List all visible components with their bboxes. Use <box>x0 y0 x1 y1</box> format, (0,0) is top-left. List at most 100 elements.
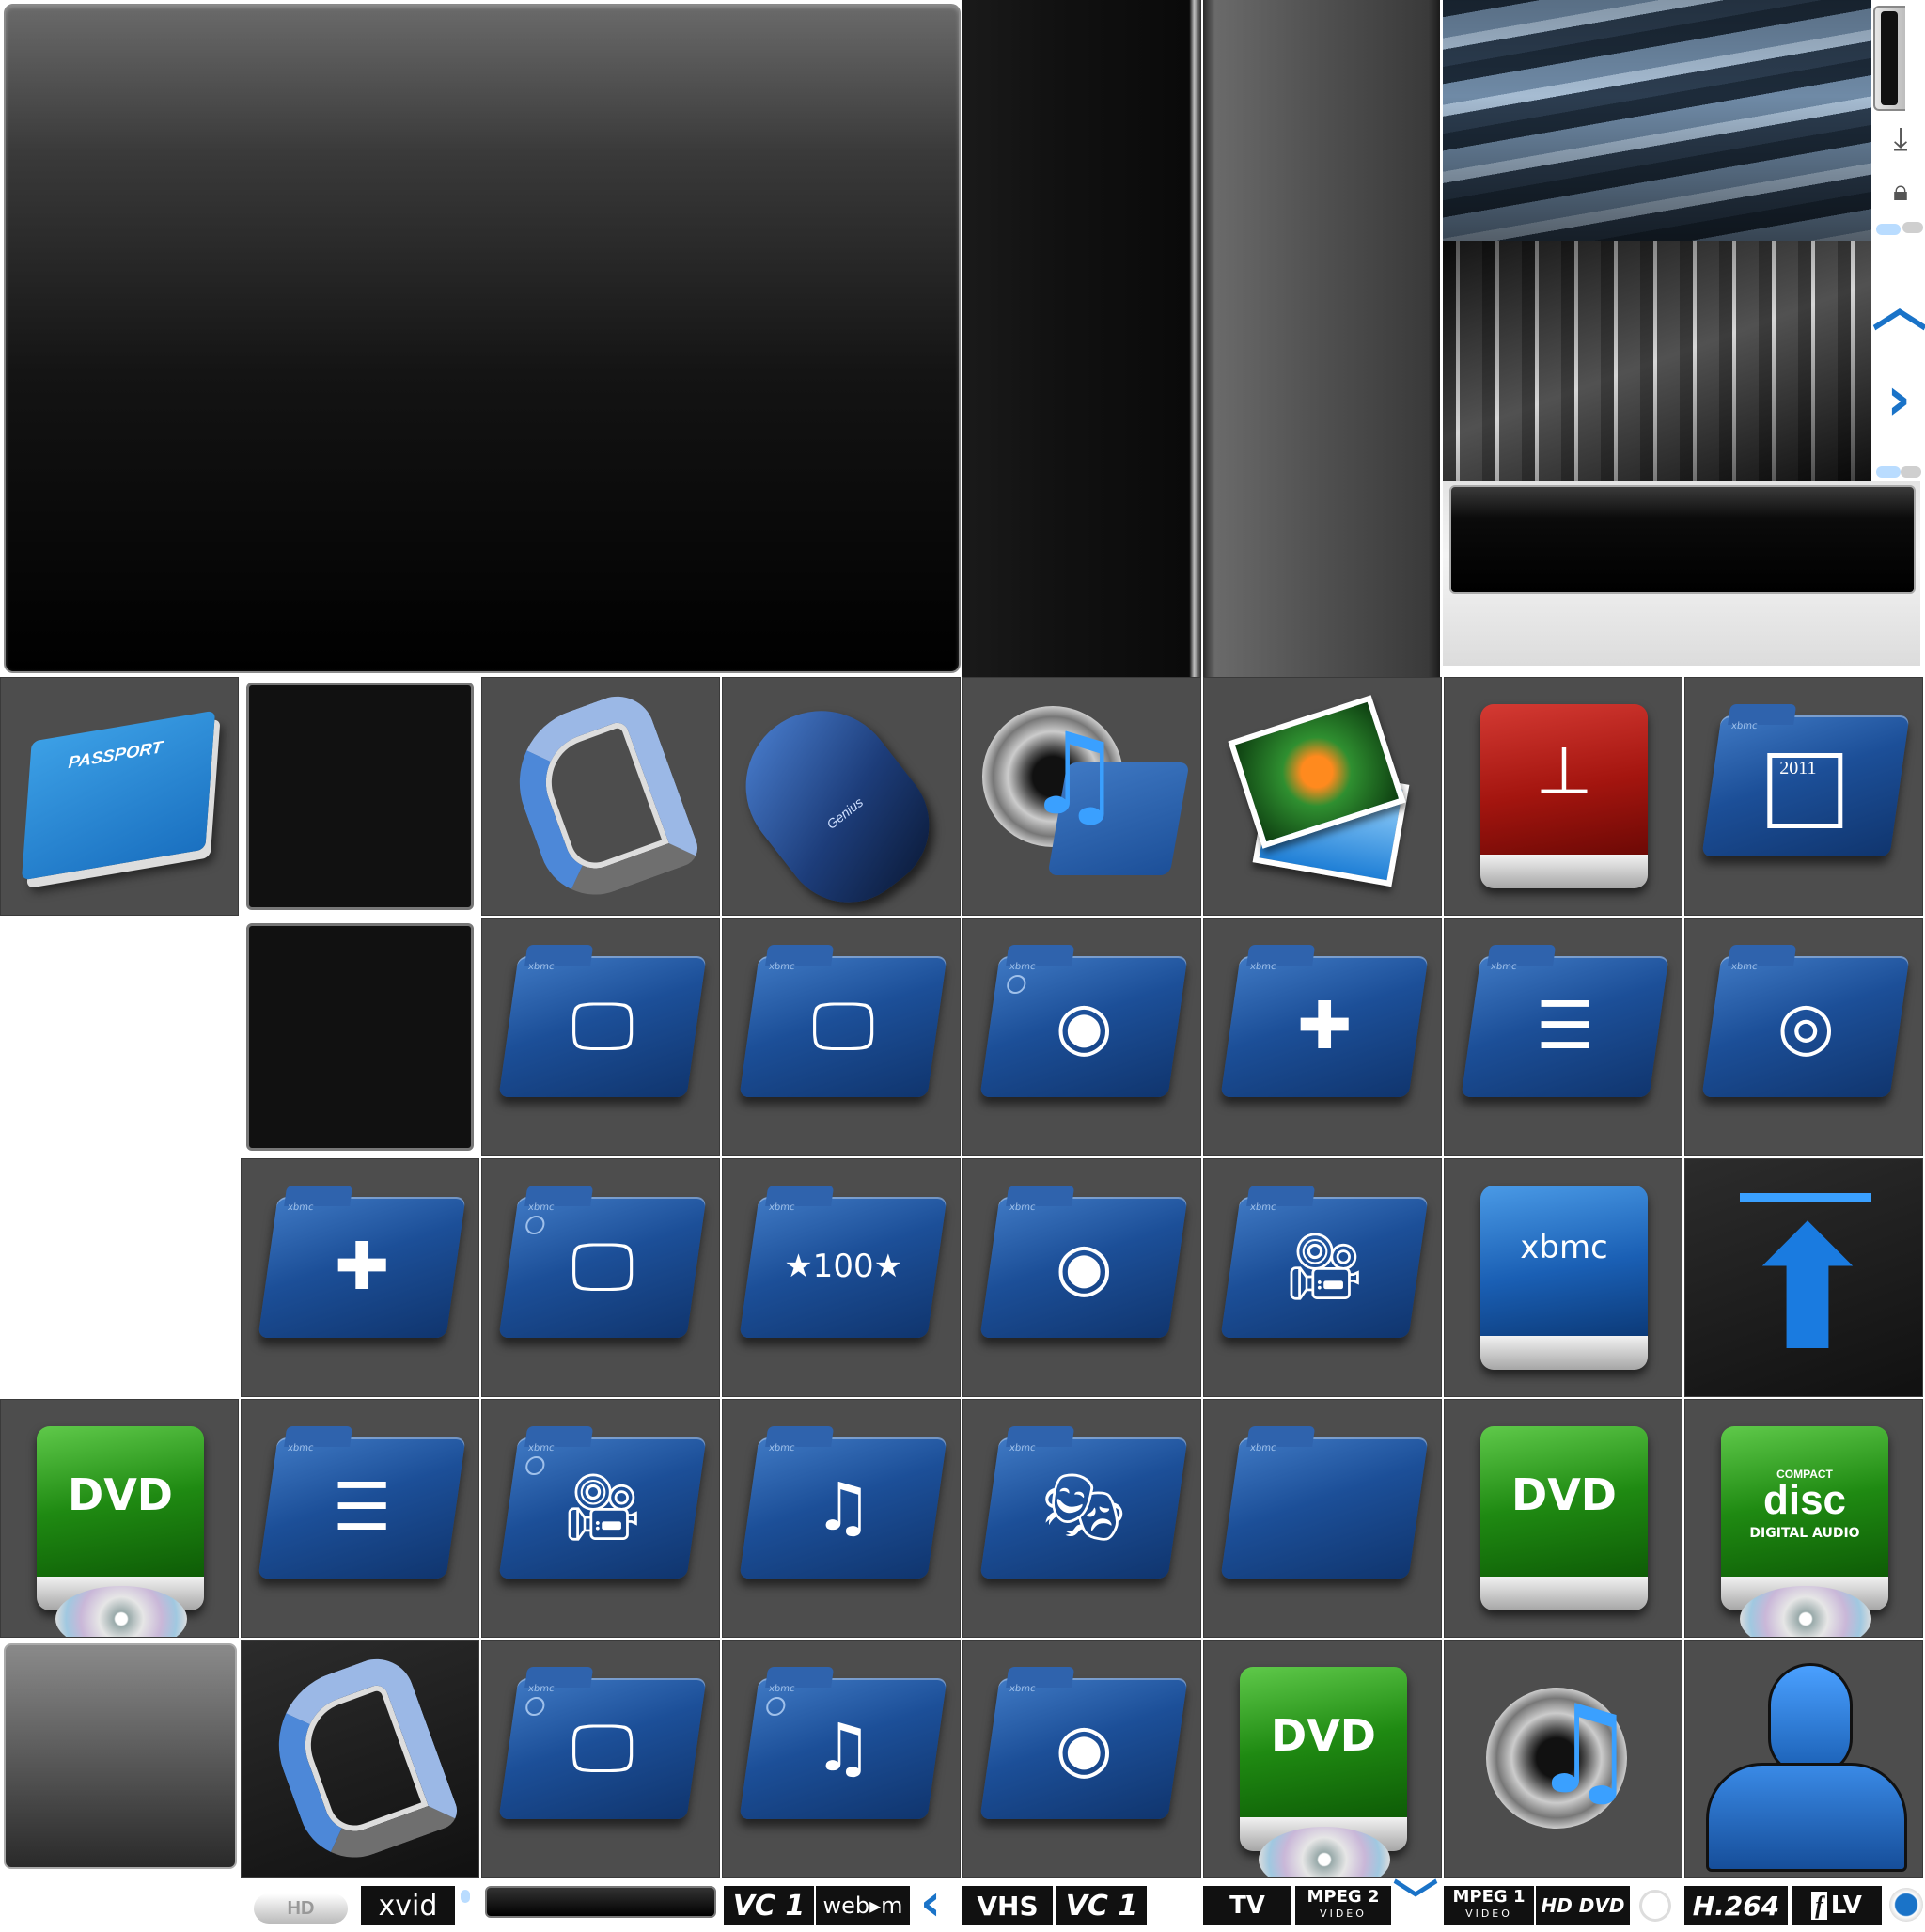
monitor-icon: 🖵︎ <box>571 1709 634 1786</box>
dvd-drive-tile[interactable]: DVD <box>0 1399 239 1638</box>
pictures-tile[interactable] <box>1203 677 1442 916</box>
flash-icon: f <box>1811 1892 1827 1920</box>
cd-drive-tile[interactable]: COMPACT disc DIGITAL AUDIO <box>1684 1399 1923 1638</box>
chevron-up-icon[interactable]: ︿ <box>1872 278 1925 335</box>
video-folder-tile[interactable]: xbmc 🎥︎ <box>1203 1158 1442 1397</box>
movies-folder-tile[interactable]: xbmc ◉ <box>962 1158 1201 1397</box>
disc-stack-icon: ◎ <box>1776 987 1835 1064</box>
movie-sets-folder-tile[interactable]: xbmc ◎ <box>1684 918 1923 1156</box>
tv-folder-tile[interactable]: xbmc 🖵︎ <box>481 918 720 1156</box>
music-folder-tile[interactable]: xbmc ♫ <box>722 1399 961 1638</box>
passport-icon: PASSPORT <box>21 710 216 881</box>
addons-folder-tile[interactable]: xbmc ✚ <box>1203 918 1442 1156</box>
h264-flag: H.264 <box>1684 1886 1788 1925</box>
folder-icon: xbmc 2011 <box>1701 715 1910 856</box>
empty-space <box>0 918 239 1156</box>
playlist-folder-tile[interactable]: xbmc ☰ <box>1444 918 1682 1156</box>
vc1-flag-2: VC 1 <box>1056 1886 1147 1925</box>
folder-icon: xbmc ◉ <box>979 956 1188 1097</box>
xvid-flag: xvid <box>361 1886 455 1925</box>
xbmc-drive-tile[interactable]: xbmc <box>1444 1158 1682 1397</box>
movie-camera-icon: 🎥︎ <box>560 1469 645 1546</box>
empty-space-2 <box>0 1158 239 1397</box>
audio-mixer-image <box>1443 241 1871 481</box>
folder-icon: xbmc 🖵︎ <box>498 1197 707 1338</box>
dvd-drive-tile-3[interactable]: DVD <box>1203 1640 1442 1878</box>
recent-music-folder-tile[interactable]: xbmc ♫ <box>722 1640 961 1878</box>
music-note-icon: ♫ <box>813 1469 873 1546</box>
scroll-indicator <box>461 1890 470 1903</box>
music-note-icon: ♫ <box>1529 1678 1639 1821</box>
busy-spinner-icon <box>1639 1890 1671 1922</box>
mouse-icon: Genius <box>723 681 956 915</box>
genres-folder-tile[interactable]: xbmc 🎭︎ <box>962 1399 1201 1638</box>
year-label: 2011 <box>1779 758 1817 778</box>
movies-folder-tile-2[interactable]: xbmc ◉ <box>962 1640 1201 1878</box>
folder-icon: xbmc ◉ <box>979 1197 1188 1338</box>
network-drive-tile[interactable]: ⊥ <box>1444 677 1682 916</box>
gray-square <box>4 1643 237 1869</box>
folder-icon: xbmc 🖵︎ <box>498 956 707 1097</box>
download-icon[interactable]: ⤓ <box>1880 118 1921 160</box>
chevron-left-icon[interactable]: ‹ <box>912 1877 949 1928</box>
network-drive-icon: ⊥ <box>1480 704 1648 888</box>
indicator-off <box>1902 222 1923 233</box>
playlist-folder-tile-2[interactable]: xbmc ☰ <box>241 1399 479 1638</box>
folder-icon: xbmc ♫ <box>739 1678 947 1819</box>
music-tile[interactable]: ♫ <box>962 677 1201 916</box>
mouse-tile[interactable]: Genius <box>722 677 961 916</box>
empty-folder-tile[interactable]: xbmc <box>1203 1399 1442 1638</box>
folder-icon: xbmc ✚ <box>1220 956 1429 1097</box>
arrow-up-icon: ⬆ <box>1736 1192 1879 1389</box>
recent-movies-folder-tile[interactable]: xbmc ◉ <box>962 918 1201 1156</box>
videos-film-tile[interactable] <box>481 677 720 916</box>
puzzle-icon: ✚ <box>334 1228 390 1305</box>
folder-icon: xbmc ☰ <box>1461 956 1669 1097</box>
user-silhouette-icon <box>1706 1763 1907 1872</box>
recent-music-video-folder-tile[interactable]: xbmc 🖵︎ <box>481 1158 720 1397</box>
dvd-label: DVD <box>1511 1469 1617 1520</box>
passport-tile[interactable]: PASSPORT <box>0 677 239 916</box>
dvd-label: DVD <box>68 1469 173 1520</box>
chevron-right-icon[interactable]: › <box>1876 367 1921 432</box>
addons-folder-tile-2[interactable]: xbmc ✚ <box>241 1158 479 1397</box>
indicator-off-2 <box>1901 466 1921 478</box>
recent-video-folder-tile[interactable]: xbmc 🎥︎ <box>481 1399 720 1638</box>
small-black-bar <box>485 1886 716 1918</box>
mouse-brand: Genius <box>823 793 867 832</box>
mpeg2-label: MPEG 2 <box>1307 1887 1380 1907</box>
dvd-drive-tile-2[interactable]: DVD <box>1444 1399 1682 1638</box>
folder-icon: xbmc 🎥︎ <box>498 1437 707 1579</box>
tv-flag: TV <box>1203 1886 1291 1925</box>
parent-folder-tile[interactable]: ⬆ <box>1684 1158 1923 1397</box>
vc1-flag: VC 1 <box>724 1886 814 1925</box>
mpeg1-flag: MPEG 1 VIDEO <box>1444 1886 1534 1925</box>
flv-flag: f LV <box>1792 1886 1882 1925</box>
folder-icon: xbmc 🎥︎ <box>1220 1197 1429 1338</box>
monitor-icon: 🖵︎ <box>571 987 634 1064</box>
user-profile-tile[interactable] <box>1684 1640 1923 1878</box>
lock-icon[interactable]: 🔒︎ <box>1880 171 1921 212</box>
user-head <box>1768 1663 1853 1776</box>
movie-tickets-icon: ◉ <box>1055 1709 1113 1786</box>
black-square <box>246 923 474 1151</box>
top100-folder-tile[interactable]: xbmc ★100★ <box>722 1158 961 1397</box>
top100-label: ★100★ <box>784 1248 903 1285</box>
radio-button-icon[interactable] <box>1889 1888 1923 1922</box>
monitor-music-icon: 🖵︎ <box>571 1228 634 1305</box>
black-square <box>246 683 474 910</box>
cinema-seats-image <box>1443 0 1871 241</box>
theater-masks-icon: 🎭︎ <box>1041 1469 1126 1546</box>
folder-icon: xbmc ◉ <box>979 1678 1188 1819</box>
year-folder-tile[interactable]: xbmc 2011 <box>1684 677 1923 916</box>
dvd-drive-icon: DVD <box>37 1426 204 1610</box>
vertical-panel-dark <box>962 0 1201 677</box>
chevron-down-icon[interactable]: ﹀ <box>1391 1878 1440 1925</box>
music-speaker-tile[interactable]: ♫ <box>1444 1640 1682 1878</box>
music-video-folder-tile[interactable]: xbmc 🖵︎ <box>722 918 961 1156</box>
videos-film-tile-2[interactable] <box>241 1640 479 1878</box>
monitor-music-icon: 🖵︎ <box>811 987 875 1064</box>
mpeg1-label: MPEG 1 <box>1452 1887 1526 1907</box>
recent-tv-folder-tile[interactable]: xbmc 🖵︎ <box>481 1640 720 1878</box>
side-scroll-tab[interactable] <box>1873 6 1905 111</box>
